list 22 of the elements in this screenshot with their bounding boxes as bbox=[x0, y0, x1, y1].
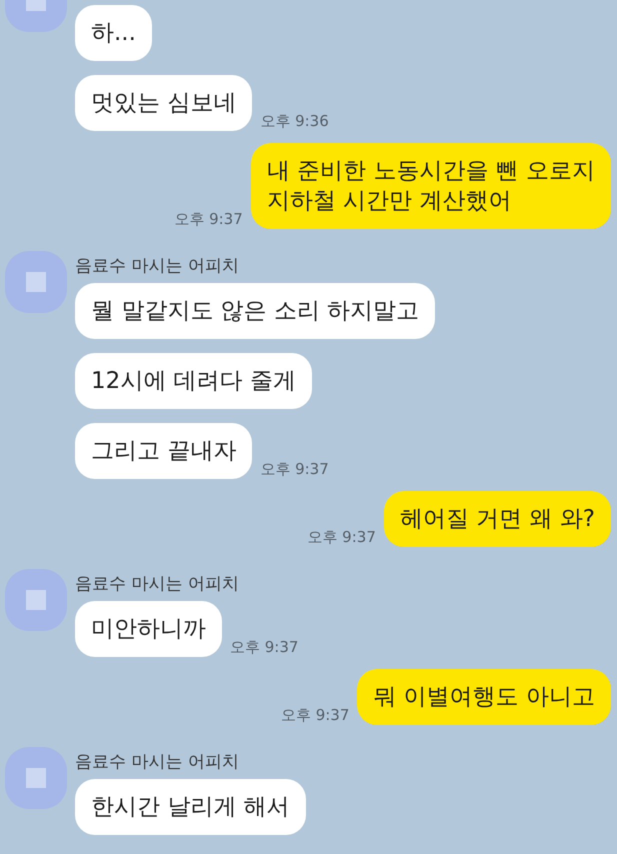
message-time: 오후 9:36 bbox=[260, 112, 329, 131]
message-bubble: 멋있는 심보네 bbox=[75, 75, 252, 131]
message-bubble: 뭐 이별여행도 아니고 bbox=[357, 669, 611, 725]
sender-name: 음료수 마시는 어피치 bbox=[75, 573, 240, 595]
message-bubble: 뭘 말같지도 않은 소리 하지말고 bbox=[75, 283, 436, 339]
message-time: 오후 9:37 bbox=[307, 528, 376, 547]
message-bubble: 그리고 끝내자 bbox=[75, 423, 252, 479]
message-time: 오후 9:37 bbox=[174, 210, 243, 229]
message-time: 오후 9:37 bbox=[260, 460, 329, 479]
message-bubble: 12시에 데려다 줄게 bbox=[75, 353, 312, 409]
message-bubble: 헤어질 거면 왜 와? bbox=[384, 491, 611, 547]
sender-name: 음료수 마시는 어피치 bbox=[75, 751, 240, 773]
message-bubble: 미안하니까 bbox=[75, 601, 222, 657]
avatar-icon[interactable] bbox=[5, 747, 67, 809]
avatar-icon[interactable] bbox=[5, 251, 67, 313]
message-bubble: 한시간 날리게 해서 bbox=[75, 779, 306, 835]
message-bubble: 내 준비한 노동시간을 뺀 오로지 지하철 시간만 계산했어 bbox=[250, 143, 611, 229]
sender-name: 음료수 마시는 어피치 bbox=[75, 255, 240, 277]
message-bubble: 하... bbox=[75, 5, 152, 61]
message-time: 오후 9:37 bbox=[280, 706, 350, 725]
message-time: 오후 9:37 bbox=[230, 638, 298, 657]
avatar-icon[interactable] bbox=[5, 569, 67, 631]
